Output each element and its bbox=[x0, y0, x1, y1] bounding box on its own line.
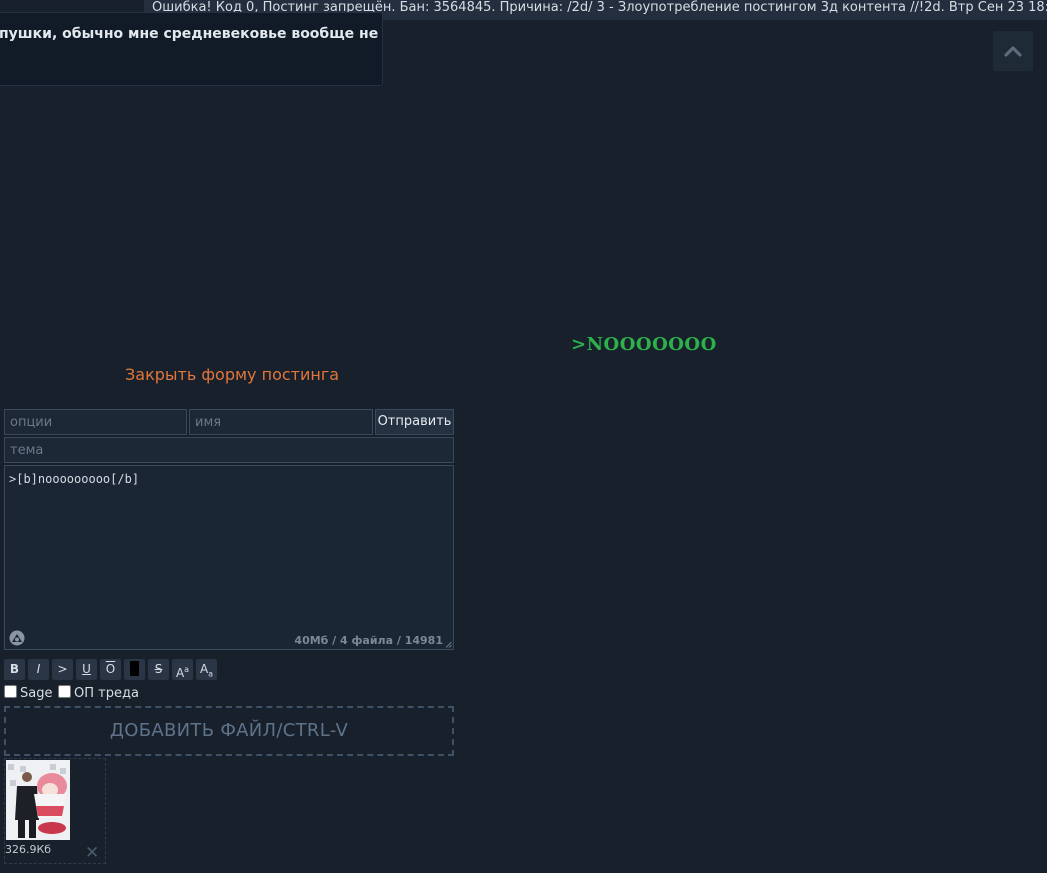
chevron-up-icon bbox=[1004, 46, 1022, 57]
attachment-size: 326.9Кб bbox=[5, 843, 52, 856]
spoiler-icon bbox=[130, 661, 139, 676]
spoiler-button[interactable] bbox=[124, 659, 145, 680]
overline-button[interactable]: O bbox=[100, 659, 121, 680]
sage-icon[interactable] bbox=[9, 630, 25, 646]
op-checkbox-box[interactable] bbox=[58, 685, 71, 698]
preview-greentext: >NOOOOOOO bbox=[571, 334, 717, 355]
subscript-button[interactable]: Aa bbox=[196, 659, 217, 680]
subscript-letter: A bbox=[199, 662, 209, 676]
italic-button[interactable]: I bbox=[28, 659, 49, 680]
op-checkbox[interactable]: ОП треда bbox=[58, 685, 139, 701]
name-input[interactable] bbox=[189, 409, 373, 435]
scroll-top-button[interactable] bbox=[993, 31, 1033, 71]
attachment-preview: 326.9Кб ✕ bbox=[4, 758, 106, 864]
underline-button[interactable]: U bbox=[76, 659, 97, 680]
message-textarea[interactable]: >[b]nooooooooo[/b] 40Мб / 4 файла / 1498… bbox=[4, 465, 454, 650]
bold-button[interactable]: B bbox=[4, 659, 25, 680]
superscript-mark: a bbox=[184, 665, 190, 674]
subject-input[interactable] bbox=[4, 437, 454, 463]
strike-button[interactable]: S bbox=[148, 659, 169, 680]
sage-checkbox[interactable]: Sage bbox=[4, 685, 52, 701]
post-text: пушки, обычно мне средневековье вообще н… bbox=[0, 26, 379, 42]
resize-grip-icon[interactable] bbox=[445, 641, 452, 648]
close-form-link[interactable]: Закрыть форму постинга bbox=[125, 365, 339, 384]
remove-attachment-button[interactable]: ✕ bbox=[85, 843, 99, 863]
sage-checkbox-box[interactable] bbox=[4, 685, 17, 698]
sage-label: Sage bbox=[20, 686, 53, 701]
attachment-thumbnail[interactable] bbox=[6, 760, 70, 840]
superscript-button[interactable]: Aa bbox=[172, 659, 193, 680]
subscript-mark: a bbox=[208, 669, 214, 679]
add-file-button[interactable]: ДОБАВИТЬ ФАЙЛ/CTRL-V bbox=[4, 706, 454, 756]
message-text: >[b]nooooooooo[/b] bbox=[9, 472, 140, 486]
superscript-letter: A bbox=[175, 666, 185, 680]
page: Ошибка! Код 0, Постинг запрещён. Бан: 35… bbox=[0, 0, 1047, 873]
post-card: пушки, обычно мне средневековье вообще н… bbox=[0, 12, 383, 86]
quote-button[interactable]: > bbox=[52, 659, 73, 680]
op-label: ОП треда bbox=[74, 686, 139, 701]
options-input[interactable] bbox=[4, 409, 187, 435]
submit-button[interactable]: Отправить bbox=[375, 409, 454, 435]
limits-counter: 40Мб / 4 файла / 14981 bbox=[294, 634, 443, 647]
